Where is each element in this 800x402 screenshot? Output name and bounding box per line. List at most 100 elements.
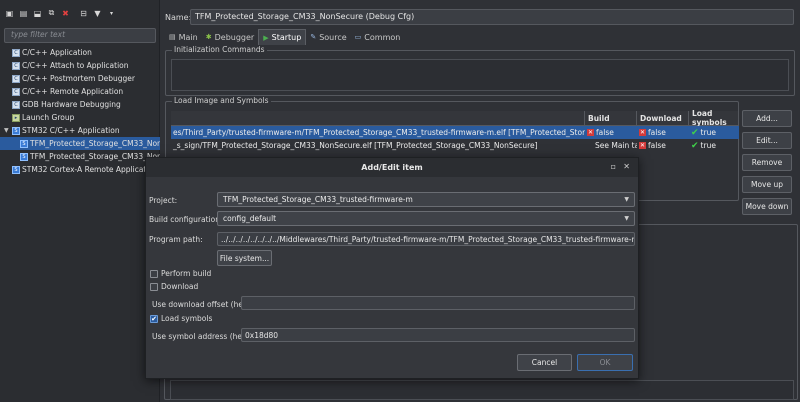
tree-item-c-remote[interactable]: C C/C++ Remote Application — [0, 85, 160, 98]
tab-common[interactable]: ▭ Common — [351, 29, 405, 45]
chevron-down-icon[interactable]: ▾ — [106, 8, 117, 19]
name-field[interactable]: TFM_Protected_Storage_CM33_NonSecure (De… — [190, 9, 794, 25]
tree-item-label: C/C++ Attach to Application — [22, 61, 129, 70]
symbol-address-field[interactable]: 0x18d80 — [241, 328, 635, 342]
export-icon[interactable]: ⬓ — [32, 8, 43, 19]
tree-item-label: TFM_Protected_Storage_CM33_NonSecure (De… — [30, 139, 160, 148]
checkbox-box: ✔ — [150, 314, 158, 323]
duplicate-icon[interactable]: ⧉ — [46, 8, 57, 19]
tree-item-tfm-nonsecure-debug[interactable]: S TFM_Protected_Storage_CM33_NonSecure (… — [0, 137, 160, 150]
c-config-icon: C — [12, 61, 20, 70]
tab-debugger[interactable]: ✱ Debugger — [202, 29, 258, 45]
build-configuration-select[interactable]: config_default ▼ — [217, 211, 635, 226]
cancel-button[interactable]: Cancel — [517, 354, 572, 371]
column-header-load-symbols[interactable]: Load symbols — [689, 109, 739, 127]
table-cell-file: es/Third_Party/trusted-firmware-m/TFM_Pr… — [173, 128, 585, 137]
tree-item-stm32-application[interactable]: ▼ S STM32 C/C++ Application — [0, 124, 160, 137]
stm32-icon: S — [20, 152, 28, 161]
chevron-down-icon: ▼ — [624, 215, 629, 222]
tree-item-label: STM32 C/C++ Application — [22, 126, 120, 135]
select-value: config_default — [223, 214, 277, 223]
tab-label: Startup — [271, 33, 302, 42]
tree-item-label: C/C++ Application — [22, 48, 92, 57]
tree-item-launch-group[interactable]: ▸ Launch Group — [0, 111, 160, 124]
group-title: Initialization Commands — [172, 45, 267, 54]
download-checkbox[interactable]: Download — [150, 282, 198, 291]
add-button[interactable]: Add... — [742, 110, 792, 127]
column-header-download[interactable]: Download — [637, 111, 689, 126]
cell-value: false — [596, 128, 614, 137]
tree-item-label: C/C++ Postmortem Debugger — [22, 74, 135, 83]
cell-value: true — [700, 141, 716, 150]
delete-icon[interactable]: ✖ — [60, 8, 71, 19]
tree-item-stm32-cortex-a[interactable]: S STM32 Cortex-A Remote Application — [0, 163, 160, 176]
move-down-button[interactable]: Move down — [742, 198, 792, 215]
new-config-icon[interactable]: ▣ — [4, 8, 15, 19]
download-offset-label: Use download offset (hex) — [152, 300, 251, 309]
common-icon: ▭ — [354, 33, 362, 41]
launch-config-tree-panel: ▣ ▤ ⬓ ⧉ ✖ ⊟ ▼ ▾ type filter text C C/C++… — [0, 0, 160, 402]
checkbox-box — [150, 269, 158, 278]
close-icon[interactable]: ✕ — [623, 162, 630, 171]
tree-item-c-postmortem[interactable]: C C/C++ Postmortem Debugger — [0, 72, 160, 85]
program-path-field[interactable]: ../../../../../../../../Middlewares/Thir… — [217, 232, 635, 246]
unchecked-x-icon: ✕ — [587, 129, 594, 136]
download-offset-field[interactable] — [241, 296, 635, 310]
tree-item-c-application[interactable]: C C/C++ Application — [0, 46, 160, 59]
move-up-button[interactable]: Move up — [742, 176, 792, 193]
project-label: Project: — [149, 196, 178, 205]
unchecked-x-icon: ✕ — [639, 129, 646, 136]
column-header-file[interactable] — [171, 111, 585, 126]
chevron-down-icon: ▼ — [624, 196, 629, 203]
filter-icon[interactable]: ▼ — [92, 8, 103, 19]
new-prototype-icon[interactable]: ▤ — [18, 8, 29, 19]
remove-button[interactable]: Remove — [742, 154, 792, 171]
stm32-icon: S — [12, 165, 20, 174]
stm32-icon: S — [12, 126, 20, 135]
tree-item-label: STM32 Cortex-A Remote Application — [22, 165, 158, 174]
table-cell-build: See Main ta — [595, 141, 637, 150]
file-system-button[interactable]: File system... — [217, 250, 272, 266]
c-config-icon: C — [12, 87, 20, 96]
launch-group-icon: ▸ — [12, 113, 20, 122]
tab-label: Common — [364, 32, 401, 42]
maximize-icon[interactable]: ▫ — [611, 162, 616, 171]
checkbox-label: Perform build — [161, 269, 212, 278]
project-select[interactable]: TFM_Protected_Storage_CM33_trusted-firmw… — [217, 192, 635, 207]
checkbox-label: Load symbols — [161, 314, 213, 323]
run-commands-textarea[interactable] — [170, 380, 794, 400]
tree-item-gdb-hardware[interactable]: C GDB Hardware Debugging — [0, 98, 160, 111]
program-path-label: Program path: — [149, 235, 203, 244]
table-cell-download: ✕ false — [637, 126, 689, 139]
chevron-down-icon[interactable]: ▼ — [4, 127, 12, 134]
table-row[interactable]: es/Third_Party/trusted-firmware-m/TFM_Pr… — [171, 126, 739, 139]
ok-button[interactable]: OK — [577, 354, 633, 371]
c-config-icon: C — [12, 100, 20, 109]
tab-startup[interactable]: ▶ Startup — [258, 29, 307, 45]
cell-value: false — [648, 128, 666, 137]
tab-label: Debugger — [214, 32, 255, 42]
table-row[interactable]: _s_sign/TFM_Protected_Storage_CM33_NonSe… — [171, 139, 739, 152]
tab-source[interactable]: ✎ Source — [306, 29, 350, 45]
tree-item-label: Launch Group — [22, 113, 75, 122]
c-config-icon: C — [12, 74, 20, 83]
collapse-all-icon[interactable]: ⊟ — [78, 8, 89, 19]
c-config-icon: C — [12, 48, 20, 57]
edit-button[interactable]: Edit... — [742, 132, 792, 149]
tree-item-tfm-nonsecure[interactable]: S TFM_Protected_Storage_CM33_NonSecure — [0, 150, 160, 163]
load-symbols-checkbox[interactable]: ✔ Load symbols — [150, 314, 212, 323]
perform-build-checkbox[interactable]: Perform build — [150, 269, 211, 278]
load-image-table: Build Download Load symbols es/Third_Par… — [171, 109, 739, 155]
initialization-commands-textarea[interactable] — [171, 59, 789, 91]
table-cell-load-symbols: ✔ true — [689, 126, 739, 139]
tree-item-label: C/C++ Remote Application — [22, 87, 124, 96]
tree-toolbar: ▣ ▤ ⬓ ⧉ ✖ ⊟ ▼ ▾ — [0, 0, 160, 26]
tree-item-c-attach[interactable]: C C/C++ Attach to Application — [0, 59, 160, 72]
filter-input[interactable]: type filter text — [4, 28, 156, 43]
symbol-address-label: Use symbol address (hex) — [152, 332, 250, 341]
column-header-build[interactable]: Build — [585, 111, 637, 126]
add-edit-item-dialog: Add/Edit item ▫ ✕ Project: TFM_Protected… — [145, 157, 639, 379]
tab-main[interactable]: ▤ Main — [165, 29, 202, 45]
dialog-title: Add/Edit item — [361, 163, 423, 172]
table-cell-build: ✕ false — [585, 126, 637, 139]
